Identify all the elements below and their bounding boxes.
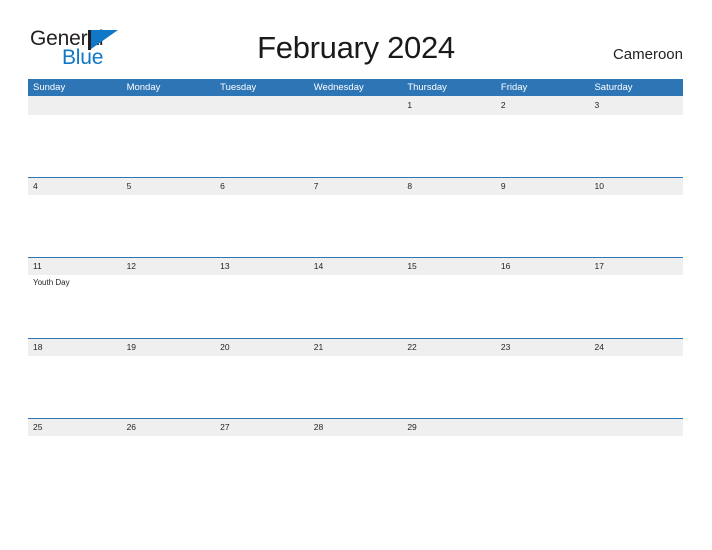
day-cell[interactable] [122,275,216,337]
day-cell[interactable] [28,356,122,418]
day-cell[interactable] [215,275,309,337]
day-number[interactable]: 16 [496,258,590,275]
day-cell[interactable] [122,115,216,177]
day-number[interactable]: 13 [215,258,309,275]
day-number[interactable]: 3 [589,96,683,115]
day-number[interactable]: 9 [496,178,590,195]
day-number[interactable]: 2 [496,96,590,115]
day-number[interactable]: 6 [215,178,309,195]
calendar-week-row: 11 12 13 14 15 16 17 Youth Day [28,257,683,338]
day-cell[interactable] [496,356,590,418]
day-number[interactable]: 19 [122,339,216,356]
day-cell[interactable] [402,436,496,498]
day-number[interactable]: 17 [589,258,683,275]
day-number[interactable]: 28 [309,419,403,436]
day-number[interactable]: 15 [402,258,496,275]
week-date-band: 4 5 6 7 8 9 10 [28,176,683,195]
day-cell[interactable] [496,436,590,498]
day-cell[interactable] [496,195,590,257]
day-cell[interactable] [122,436,216,498]
day-cell[interactable] [309,356,403,418]
calendar-week-row: 18 19 20 21 22 23 24 [28,337,683,419]
day-cell[interactable] [402,275,496,337]
week-event-row [28,436,683,498]
day-number[interactable] [28,96,122,115]
weekday-header-wednesday: Wednesday [313,82,364,93]
week-date-band: 25 26 27 28 29 [28,418,683,436]
event-label: Youth Day [33,278,70,287]
page-title: February 2024 [257,30,455,65]
day-number[interactable]: 12 [122,258,216,275]
day-cell[interactable] [589,195,683,257]
day-cell[interactable] [28,195,122,257]
day-number[interactable]: 10 [589,178,683,195]
week-event-row [28,115,683,177]
weekday-header-monday: Monday [126,82,161,93]
day-number[interactable]: 20 [215,339,309,356]
day-cell[interactable] [309,195,403,257]
day-number[interactable] [496,419,590,436]
day-cell[interactable] [402,356,496,418]
day-number[interactable]: 4 [28,178,122,195]
day-cell[interactable] [215,115,309,177]
day-cell[interactable]: Youth Day [28,275,122,337]
weekday-header-saturday: Saturday [594,82,633,93]
day-number[interactable] [309,96,403,115]
day-cell[interactable] [589,115,683,177]
day-cell[interactable] [122,195,216,257]
day-number[interactable]: 25 [28,419,122,436]
day-cell[interactable] [589,356,683,418]
page-header: General Blue February 2024 Cameroon [0,0,712,78]
day-number[interactable]: 26 [122,419,216,436]
week-event-row [28,195,683,257]
day-cell[interactable] [309,436,403,498]
day-cell[interactable] [309,275,403,337]
week-date-band: 18 19 20 21 22 23 24 [28,337,683,356]
day-number[interactable]: 27 [215,419,309,436]
calendar-week-row: 4 5 6 7 8 9 10 [28,176,683,258]
weekday-header-row: Sunday Monday Tuesday Wednesday Thursday… [28,79,683,96]
day-number[interactable]: 22 [402,339,496,356]
week-date-band: 1 2 3 [28,96,683,115]
day-cell[interactable] [496,115,590,177]
day-number[interactable] [589,419,683,436]
week-event-row: Youth Day [28,275,683,337]
weekday-header-thursday: Thursday [407,82,447,93]
day-number[interactable]: 29 [402,419,496,436]
region-label: Cameroon [612,46,683,63]
day-cell[interactable] [215,356,309,418]
day-number[interactable] [215,96,309,115]
day-number[interactable]: 14 [309,258,403,275]
day-cell[interactable] [309,115,403,177]
day-cell[interactable] [402,115,496,177]
week-event-row [28,356,683,418]
weekday-header-friday: Friday [500,82,528,93]
day-number[interactable]: 21 [309,339,403,356]
day-number[interactable]: 5 [122,178,216,195]
day-cell[interactable] [28,115,122,177]
calendar-week-row: 25 26 27 28 29 [28,418,683,499]
weekday-header-sunday: Sunday [33,82,66,93]
day-number[interactable] [122,96,216,115]
calendar-grid: Sunday Monday Tuesday Wednesday Thursday… [28,79,683,499]
day-cell[interactable] [589,275,683,337]
day-number[interactable]: 18 [28,339,122,356]
day-number[interactable]: 11 [28,258,122,275]
day-number[interactable]: 1 [402,96,496,115]
day-cell[interactable] [122,356,216,418]
day-cell[interactable] [496,275,590,337]
day-cell[interactable] [28,436,122,498]
day-cell[interactable] [215,436,309,498]
day-cell[interactable] [215,195,309,257]
day-cell[interactable] [402,195,496,257]
calendar-week-row: 1 2 3 [28,96,683,177]
day-number[interactable]: 7 [309,178,403,195]
day-number[interactable]: 23 [496,339,590,356]
day-number[interactable]: 24 [589,339,683,356]
week-date-band: 11 12 13 14 15 16 17 [28,257,683,275]
day-number[interactable]: 8 [402,178,496,195]
day-cell[interactable] [589,436,683,498]
weekday-header-tuesday: Tuesday [220,82,257,93]
